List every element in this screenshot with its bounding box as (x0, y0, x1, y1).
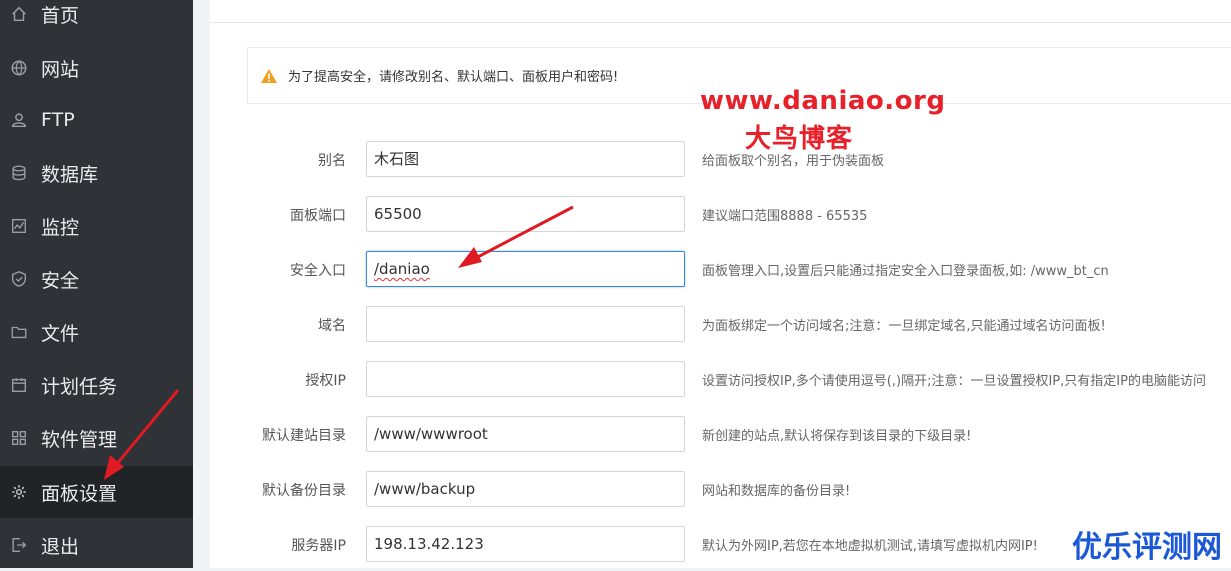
sidebar-item-ftp[interactable]: FTP (0, 94, 193, 146)
site-dir-hint: 新创建的站点,默认将保存到该目录的下级目录! (702, 429, 972, 444)
backup-dir-hint: 网站和数据库的备份目录! (702, 484, 851, 499)
form-row-port: 面板端口 65500 建议端口范围8888 - 65535 (210, 196, 1231, 232)
sidebar-item-cron[interactable]: 计划任务 (0, 359, 193, 411)
sidebar-item-label: 计划任务 (41, 375, 118, 398)
sidebar-item-label: 数据库 (41, 163, 99, 186)
domain-label: 域名 (318, 318, 346, 334)
authorized-ip-hint: 设置访问授权IP,多个请使用逗号(,)隔开;注意：一旦设置授权IP,只有指定IP… (702, 374, 1206, 389)
form-row-domain: 域名 为面板绑定一个访问域名;注意：一旦绑定域名,只能通过域名访问面板! (210, 306, 1231, 342)
sidebar-item-home[interactable]: 首页 (0, 0, 193, 40)
sidebar-item-label: 首页 (41, 4, 80, 27)
grid-icon (9, 428, 29, 448)
sidebar-item-label: 面板设置 (41, 482, 118, 505)
alias-input[interactable]: 木石图 (366, 141, 685, 177)
monitor-icon (9, 216, 29, 236)
server-ip-input[interactable]: 198.13.42.123 (366, 526, 685, 562)
security-entry-label: 安全入口 (290, 263, 346, 279)
home-icon (9, 4, 29, 24)
domain-hint: 为面板绑定一个访问域名;注意：一旦绑定域名,只能通过域名访问面板! (702, 319, 1106, 334)
watermark-site-name: 大鸟博客 (745, 124, 854, 154)
calendar-icon (9, 375, 29, 395)
backup-dir-label: 默认备份目录 (262, 483, 346, 499)
sidebar-item-label: 监控 (41, 216, 80, 239)
sidebar-item-label: FTP (41, 109, 75, 131)
watermark-corner: 优乐评测网 (1072, 530, 1222, 565)
sidebar-item-software[interactable]: 软件管理 (0, 412, 193, 464)
sidebar-item-label: 退出 (41, 535, 80, 558)
authorized-ip-label: 授权IP (305, 373, 346, 389)
security-entry-hint: 面板管理入口,设置后只能通过指定安全入口登录面板,如: /www_bt_cn (702, 264, 1109, 279)
sidebar-item-website[interactable]: 网站 (0, 42, 193, 94)
port-label: 面板端口 (290, 208, 346, 224)
sidebar-item-label: 文件 (41, 322, 80, 345)
sidebar-item-panel-settings[interactable]: 面板设置 (0, 466, 193, 518)
database-icon (9, 163, 29, 183)
sidebar-item-database[interactable]: 数据库 (0, 147, 193, 199)
form-row-authorized-ip: 授权IP 设置访问授权IP,多个请使用逗号(,)隔开;注意：一旦设置授权IP,只… (210, 361, 1231, 397)
sidebar-item-logout[interactable]: 退出 (0, 519, 193, 571)
domain-input[interactable] (366, 306, 685, 342)
warning-icon (260, 68, 278, 84)
alias-label: 别名 (318, 153, 346, 169)
globe-icon (9, 58, 29, 78)
form-row-backup-dir: 默认备份目录 /www/backup 网站和数据库的备份目录! (210, 471, 1231, 507)
sidebar-item-label: 安全 (41, 269, 80, 292)
security-entry-input[interactable]: /daniao (366, 251, 685, 287)
sidebar-item-label: 软件管理 (41, 428, 118, 451)
sidebar-item-monitor[interactable]: 监控 (0, 200, 193, 252)
form-row-security-entry: 安全入口 /daniao 面板管理入口,设置后只能通过指定安全入口登录面板,如:… (210, 251, 1231, 287)
folder-icon (9, 322, 29, 342)
sidebar: 首页 网站 FTP 数据库 监控 安全 文件 计划任务 软件管理 面板设置 退出 (0, 0, 193, 568)
port-hint: 建议端口范围8888 - 65535 (702, 209, 868, 224)
sidebar-item-label: 网站 (41, 58, 80, 81)
authorized-ip-input[interactable] (366, 361, 685, 397)
server-ip-label: 服务器IP (291, 538, 346, 554)
backup-dir-input[interactable]: /www/backup (366, 471, 685, 507)
site-dir-input[interactable]: /www/wwwroot (366, 416, 685, 452)
gear-icon (9, 482, 29, 502)
logout-icon (9, 535, 29, 555)
sidebar-item-security[interactable]: 安全 (0, 253, 193, 305)
alert-message: 为了提高安全，请修改别名、默认端口、面板用户和密码! (288, 70, 619, 85)
port-input[interactable]: 65500 (366, 196, 685, 232)
watermark-url: www.daniao.org (700, 86, 946, 116)
header-divider (210, 22, 1231, 23)
form-row-site-dir: 默认建站目录 /www/wwwroot 新创建的站点,默认将保存到该目录的下级目… (210, 416, 1231, 452)
site-dir-label: 默认建站目录 (262, 428, 346, 444)
form-row-alias: 别名 木石图 给面板取个别名，用于伪装面板 (210, 141, 1231, 177)
ftp-user-icon (9, 110, 29, 130)
shield-icon (9, 269, 29, 289)
sidebar-item-files[interactable]: 文件 (0, 306, 193, 358)
